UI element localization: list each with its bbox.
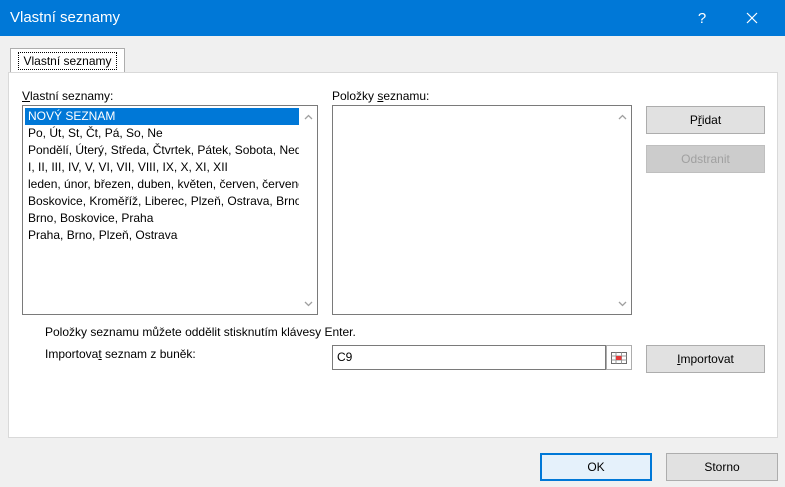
close-button[interactable] (729, 0, 775, 36)
window-title: Vlastní seznamy (10, 9, 121, 26)
scroll-up-arrow[interactable] (614, 108, 631, 125)
chevron-down-icon (618, 301, 627, 306)
list-item[interactable]: Praha, Brno, Plzeň, Ostrava (25, 227, 299, 244)
tab-custom-lists[interactable]: Vlastní seznamy (10, 48, 125, 72)
chevron-up-icon (618, 114, 627, 119)
title-bar: Vlastní seznamy ? (0, 0, 785, 36)
custom-lists-scrollbar[interactable] (300, 106, 317, 314)
import-label: Importovat seznam z buněk: (45, 347, 196, 361)
list-item[interactable]: Brno, Boskovice, Praha (25, 210, 299, 227)
tab-label: Vlastní seznamy (18, 51, 117, 70)
list-item[interactable]: leden, únor, březen, duben, květen, červ… (25, 176, 299, 193)
collapse-dialog-button[interactable] (606, 345, 632, 370)
remove-button[interactable]: Odstranit (646, 145, 765, 173)
import-range-input[interactable]: C9 (332, 345, 606, 370)
list-entries-textbox[interactable] (332, 105, 632, 315)
list-item[interactable]: I, II, III, IV, V, VI, VII, VIII, IX, X,… (25, 159, 299, 176)
scroll-down-arrow[interactable] (300, 295, 317, 312)
close-icon (746, 12, 758, 24)
custom-lists-listbox[interactable]: NOVÝ SEZNAM Po, Út, St, Čt, Pá, So, Ne Pon… (22, 105, 318, 315)
import-button[interactable]: Importovat (646, 345, 765, 373)
ok-button[interactable]: OK (540, 453, 652, 481)
list-item[interactable]: Po, Út, St, Čt, Pá, So, Ne (25, 125, 299, 142)
scroll-up-arrow[interactable] (300, 108, 317, 125)
custom-lists-items: NOVÝ SEZNAM Po, Út, St, Čt, Pá, So, Ne Pon… (25, 108, 299, 244)
chevron-down-icon (304, 301, 313, 306)
help-icon: ? (697, 9, 707, 27)
custom-lists-label: Vlastní seznamy: (22, 89, 114, 103)
hint-text: Položky seznamu můžete oddělit stisknutí… (45, 325, 356, 339)
list-item[interactable]: Pondělí, Úterý, Středa, Čtvrtek, Pátek, … (25, 142, 299, 159)
cancel-button[interactable]: Storno (666, 453, 778, 481)
chevron-up-icon (304, 114, 313, 119)
list-entries-scrollbar[interactable] (614, 106, 631, 314)
list-entries-label: Položky seznamu: (332, 89, 430, 103)
range-select-icon (611, 351, 627, 364)
add-button[interactable]: Př idat (646, 106, 765, 134)
list-item[interactable]: NOVÝ SEZNAM (25, 108, 299, 125)
list-item[interactable]: Boskovice, Kroměříž, Liberec, Plzeň, Ost… (25, 193, 299, 210)
scroll-down-arrow[interactable] (614, 295, 631, 312)
help-button[interactable]: ? (679, 0, 725, 36)
